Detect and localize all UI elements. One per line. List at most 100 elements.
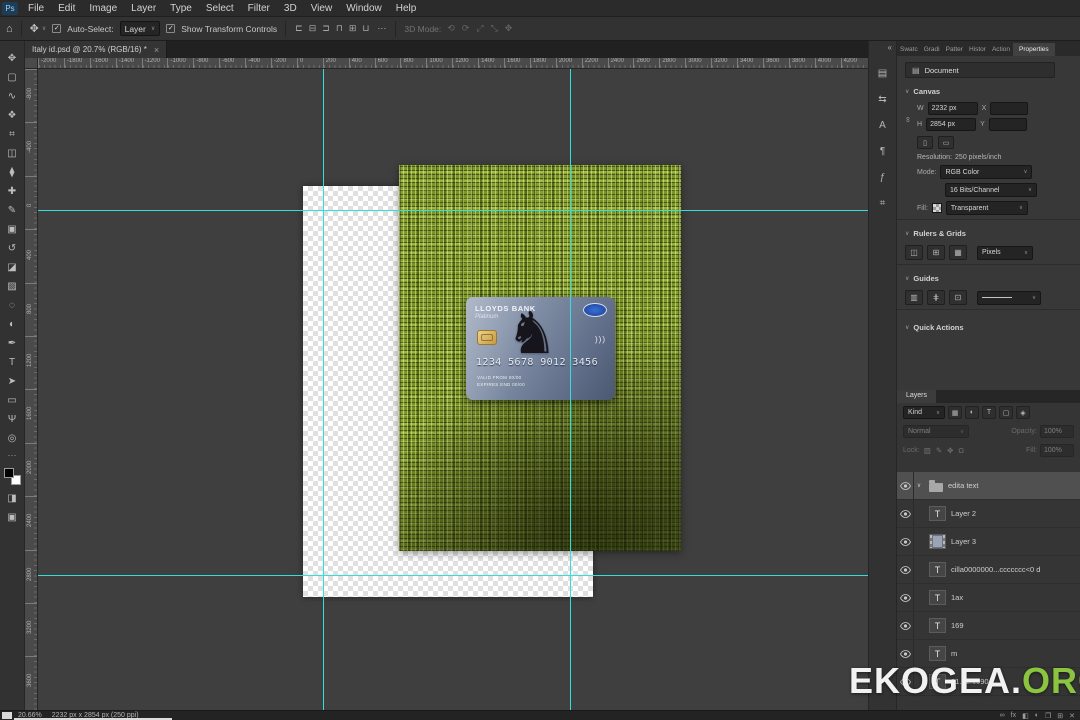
layer-row[interactable]: ∨ edita text [897,472,1080,500]
grid-icon[interactable]: ⊞ [927,245,945,260]
close-icon[interactable]: × [154,45,159,55]
panel-tab[interactable]: Gradi [921,43,943,56]
landscape-orientation-icon[interactable]: ▭ [938,136,954,149]
brush-tool[interactable]: ✎ [0,201,25,220]
clear-guides-icon[interactable]: ⊡ [949,290,967,305]
horizontal-guide[interactable] [38,575,868,576]
tab-layers[interactable]: Layers [897,390,937,403]
visibility-eye-icon[interactable] [897,472,914,499]
portrait-orientation-icon[interactable]: ▯ [917,136,933,149]
new-guide-layout-icon[interactable]: ▥ [905,290,923,305]
panel-tab[interactable]: Histor [966,43,989,56]
libraries-panel-icon[interactable]: ⇆ [868,86,897,112]
zoom-tool[interactable]: ◎ [0,429,25,448]
visibility-eye-icon[interactable] [897,584,914,611]
y-field[interactable] [988,118,1027,131]
link-dimensions-icon[interactable]: ∞ [903,117,912,123]
rulers-grids-section-header[interactable]: ∨ Rulers & Grids [897,224,1080,241]
shape-tool[interactable]: ▭ [0,391,25,410]
menu-item[interactable]: Type [163,0,199,17]
layer-name[interactable]: edita text [948,481,982,490]
lock-all-icon[interactable]: Ω [957,446,965,455]
vertical-guide[interactable] [570,69,571,710]
ruler-units-icon[interactable]: ◫ [905,245,923,260]
layer-name[interactable]: cilla0000000...ccccccc<0 d [951,565,1044,574]
healing-brush-tool[interactable]: ✚ [0,182,25,201]
panel-tab[interactable]: Swatc [897,43,921,56]
menu-item[interactable]: View [304,0,340,17]
layer-effects-icon[interactable]: fx [1011,712,1016,720]
quick-mask-icon[interactable]: ◨ [0,489,25,508]
horizontal-guide[interactable] [38,210,868,211]
document-tab[interactable]: Italy id.psd @ 20.7% (RGB/16) * × [25,41,168,58]
home-icon[interactable]: ⌂ [6,23,13,35]
height-field[interactable]: 2854 px [926,118,977,131]
layer-filter-kind-dropdown[interactable]: Kind ∨ [903,406,945,419]
lock-guides-icon[interactable]: ⋕ [927,290,945,305]
credit-card-image-layer[interactable]: LLOYDS BANK Platinum ♞ ))) 1234 5678 901… [466,297,615,400]
filter-type-layers-icon[interactable]: T [982,406,996,419]
eraser-tool[interactable]: ◪ [0,258,25,277]
lock-pixels-icon[interactable]: ✎ [935,446,943,455]
3d-rotate-icon[interactable]: ⟲ [446,23,456,34]
type-tool[interactable]: T [0,353,25,372]
menu-item[interactable]: Image [82,0,124,17]
3d-pan-icon[interactable]: ⤢ [475,23,484,34]
new-layer-icon[interactable]: ⊞ [1057,712,1063,720]
paragraph-panel-icon[interactable]: ¶ [868,138,897,164]
x-field[interactable] [990,102,1029,115]
color-swatches[interactable] [3,468,21,485]
show-transform-checkbox[interactable]: ✓ [166,24,176,33]
glyphs-panel-icon[interactable]: ƒ [868,164,897,190]
vertical-guide[interactable] [323,69,324,710]
pixel-grid-icon[interactable]: ▦ [949,245,967,260]
3d-slide-icon[interactable]: ⤡ [490,23,499,34]
layer-row[interactable]: ∨ cilla0000000...ccccccc<0 d [897,556,1080,584]
crop-tool[interactable]: ⌗ [0,125,25,144]
menu-item[interactable]: Help [389,0,424,17]
opacity-field[interactable]: 100% [1040,425,1074,438]
layer-row[interactable]: ∨ Layer 3 [897,528,1080,556]
menu-item[interactable]: Layer [124,0,163,17]
bit-depth-dropdown[interactable]: 16 Bits/Channel ∨ [945,183,1037,197]
layer-name[interactable]: Layer 2 [951,509,980,518]
eyedropper-tool[interactable]: ⧫ [0,163,25,182]
lasso-tool[interactable]: ∿ [0,87,25,106]
adjustment-layer-icon[interactable]: ◐ [1035,712,1039,720]
color-mode-dropdown[interactable]: RGB Color ∨ [940,165,1033,179]
layer-group-icon[interactable]: ❐ [1045,712,1051,720]
quick-selection-tool[interactable]: ❖ [0,106,25,125]
3d-roll-icon[interactable]: ⟳ [461,23,471,34]
guides-section-header[interactable]: ∨ Guides [897,269,1080,286]
move-tool[interactable]: ✥ [0,49,25,68]
blend-mode-dropdown[interactable]: Normal ∨ [903,425,969,438]
menu-item[interactable]: File [21,0,51,17]
lock-position-icon[interactable]: ✥ [946,446,954,455]
pen-tool[interactable]: ✒ [0,334,25,353]
align-top-icon[interactable]: ⊓ [335,23,344,34]
filter-adjustment-layers-icon[interactable]: ◐ [965,406,979,419]
styles-panel-icon[interactable]: ⌗ [868,190,897,216]
document-chip[interactable]: ▤ Document [905,62,1055,78]
blur-tool[interactable]: ◌ [0,296,25,315]
auto-select-checkbox[interactable]: ✓ [52,24,62,33]
filter-pixel-layers-icon[interactable]: ▦ [948,406,962,419]
clone-stamp-tool[interactable]: ▣ [0,220,25,239]
layer-name[interactable]: m [951,649,961,658]
visibility-eye-icon[interactable] [897,556,914,583]
align-right-icon[interactable]: ⊐ [321,23,331,34]
history-brush-tool[interactable]: ↺ [0,239,25,258]
auto-select-target-dropdown[interactable]: Layer ∨ [119,21,161,36]
frame-tool[interactable]: ◫ [0,144,25,163]
panel-tab[interactable]: Action [989,43,1013,56]
lock-transparency-icon[interactable]: ▨ [923,446,932,455]
canvas-section-header[interactable]: ∨ Canvas [897,82,1080,99]
layer-name[interactable]: 169 [951,621,968,630]
visibility-eye-icon[interactable] [897,528,914,555]
path-select-tool[interactable]: ➤ [0,372,25,391]
gradient-tool[interactable]: ▨ [0,277,25,296]
foreground-color-swatch[interactable] [3,468,14,478]
character-panel-icon[interactable]: A [868,112,897,138]
canvas-area[interactable]: -2000 -1800 -1600 -1400 -1200 -1000 -800 -600 -4… [25,58,868,710]
align-left-icon[interactable]: ⊏ [294,23,304,34]
